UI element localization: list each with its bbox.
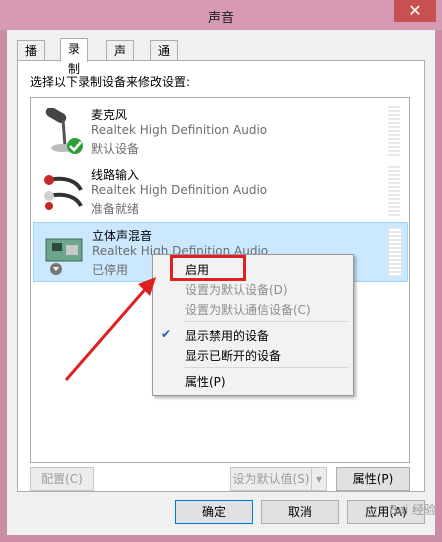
watermark: Bai 经验: [389, 503, 436, 517]
sound-dialog: 声音 ✕ 播放 录制 声音 通信 选择以下录制设备来修改设置: 麦: [0, 0, 442, 542]
annotation-arrow-icon: [64, 277, 156, 381]
tab-recording[interactable]: 录制: [60, 38, 89, 76]
